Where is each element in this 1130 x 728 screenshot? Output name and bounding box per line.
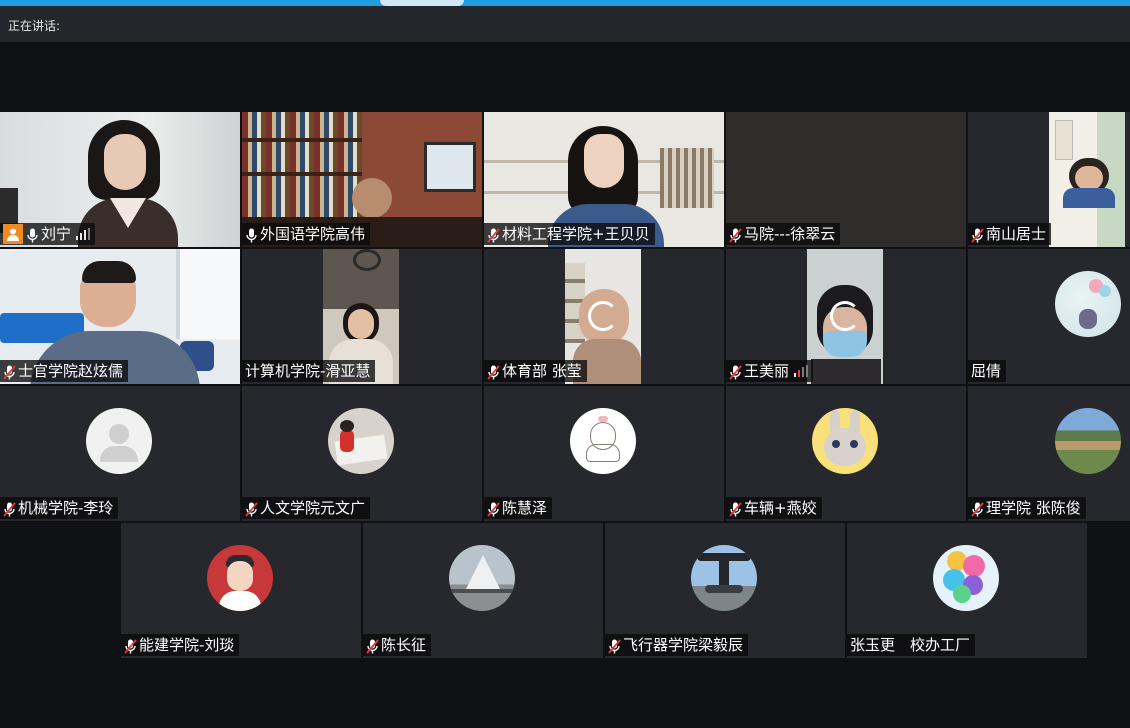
participant-name-tag: 理学院 张陈俊 xyxy=(968,497,1086,519)
participant-name: 张玉更 校办工厂 xyxy=(850,636,971,654)
mic-muted-icon xyxy=(245,501,258,517)
mic-muted-icon xyxy=(3,364,16,380)
mic-muted-icon xyxy=(487,501,500,517)
participant-name: 体育部 张莹 xyxy=(502,362,582,380)
participant-name-tag: 飞行器学院梁毅辰 xyxy=(605,634,749,656)
participant-tile[interactable]: 陈慧泽 xyxy=(484,386,724,521)
participant-name-tag: 人文学院元文广 xyxy=(242,497,371,519)
mic-on-icon xyxy=(26,227,39,242)
participant-name: 刘宁 xyxy=(41,225,72,243)
mic-muted-icon xyxy=(971,501,984,517)
participant-name: 士官学院赵炫儒 xyxy=(18,362,124,380)
participant-tile[interactable]: 马院---徐翠云 xyxy=(726,112,966,247)
participant-name: 理学院 张陈俊 xyxy=(986,499,1081,517)
participant-avatar xyxy=(207,545,273,611)
participant-name-tag: 马院---徐翠云 xyxy=(726,223,841,245)
participant-avatar xyxy=(691,545,757,611)
participant-tile[interactable]: 王美丽 xyxy=(726,249,966,384)
participant-name: 屈倩 xyxy=(971,362,1002,380)
participant-tile[interactable]: 屈倩 xyxy=(968,249,1130,384)
mic-muted-icon xyxy=(487,227,500,243)
participant-name-tag: 体育部 张莹 xyxy=(484,360,587,382)
participant-name: 材料工程学院+王贝贝 xyxy=(502,225,650,243)
mic-muted-icon xyxy=(729,364,742,380)
participant-name-tag: 陈慧泽 xyxy=(484,497,553,519)
mic-muted-icon xyxy=(729,501,742,517)
participant-tile[interactable]: 车辆+燕姣 xyxy=(726,386,966,521)
participant-name-tag: 南山居士 xyxy=(968,223,1052,245)
participant-name-tag: 陈长征 xyxy=(363,634,432,656)
participant-name: 车辆+燕姣 xyxy=(744,499,817,517)
mic-muted-icon xyxy=(729,227,742,243)
participant-tile[interactable]: 张玉更 校办工厂 xyxy=(847,523,1087,658)
loading-spinner-icon xyxy=(830,301,860,331)
mic-muted-icon xyxy=(3,501,16,517)
host-icon xyxy=(3,224,23,244)
participant-avatar xyxy=(1055,408,1121,474)
participant-tile[interactable]: 飞行器学院梁毅辰 xyxy=(605,523,845,658)
participant-name: 人文学院元文广 xyxy=(260,499,366,517)
participant-name-tag: 机械学院-李玲 xyxy=(0,497,119,519)
participant-tile[interactable]: 南山居士 xyxy=(968,112,1130,247)
mic-on-icon xyxy=(245,227,258,242)
participant-tile[interactable]: 计算机学院-滑亚慧 xyxy=(242,249,482,384)
meeting-window: 正在讲话: 刘宁 外国语学院高伟 材料工程学院+王贝贝 马院---徐翠云 南山居… xyxy=(0,0,1130,728)
participant-avatar xyxy=(570,408,636,474)
participant-name: 计算机学院-滑亚慧 xyxy=(245,362,371,380)
participant-avatar xyxy=(1055,271,1121,337)
participant-name: 陈慧泽 xyxy=(502,499,548,517)
video-grid: 刘宁 外国语学院高伟 材料工程学院+王贝贝 马院---徐翠云 南山居士 士官学院… xyxy=(0,112,1130,660)
participant-tile[interactable]: 体育部 张莹 xyxy=(484,249,724,384)
participant-name: 外国语学院高伟 xyxy=(260,225,366,243)
participant-tile[interactable]: 人文学院元文广 xyxy=(242,386,482,521)
participant-name: 能建学院-刘琰 xyxy=(139,636,235,654)
participant-tile[interactable]: 材料工程学院+王贝贝 xyxy=(484,112,724,247)
participant-avatar xyxy=(933,545,999,611)
participant-name: 机械学院-李玲 xyxy=(18,499,114,517)
mic-muted-icon xyxy=(124,638,137,654)
active-speaker-bar: 正在讲话: xyxy=(0,6,1130,42)
participant-tile[interactable]: 士官学院赵炫儒 xyxy=(0,249,240,384)
participant-name-tag: 能建学院-刘琰 xyxy=(121,634,240,656)
participant-tile[interactable]: 陈长征 xyxy=(363,523,603,658)
participant-name: 陈长征 xyxy=(381,636,427,654)
participant-name-tag: 王美丽 xyxy=(726,360,814,382)
participant-name-tag: 外国语学院高伟 xyxy=(242,223,371,245)
participant-name: 飞行器学院梁毅辰 xyxy=(623,636,744,654)
participant-name: 马院---徐翠云 xyxy=(744,225,836,243)
participant-name-tag: 士官学院赵炫儒 xyxy=(0,360,129,382)
mic-muted-icon xyxy=(487,364,500,380)
active-speaker-label: 正在讲话: xyxy=(8,19,61,33)
video-feed xyxy=(1049,112,1125,247)
signal-strength-icon xyxy=(76,228,91,240)
participant-tile[interactable]: 刘宁 xyxy=(0,112,240,247)
participant-tile[interactable]: 外国语学院高伟 xyxy=(242,112,482,247)
mic-muted-icon xyxy=(366,638,379,654)
mic-muted-icon xyxy=(608,638,621,654)
participant-name-tag: 车辆+燕姣 xyxy=(726,497,822,519)
participant-name: 南山居士 xyxy=(986,225,1047,243)
participant-name-tag: 屈倩 xyxy=(968,360,1007,382)
participant-name-tag: 材料工程学院+王贝贝 xyxy=(484,223,655,245)
participant-avatar xyxy=(449,545,515,611)
default-avatar-icon xyxy=(86,408,152,474)
participant-name-tag: 张玉更 校办工厂 xyxy=(847,634,976,656)
participant-name: 王美丽 xyxy=(744,362,790,380)
participant-tile[interactable]: 机械学院-李玲 xyxy=(0,386,240,521)
mic-muted-icon xyxy=(971,227,984,243)
participant-avatar xyxy=(812,408,878,474)
participant-name-tag: 刘宁 xyxy=(0,223,96,245)
participant-avatar xyxy=(328,408,394,474)
loading-spinner-icon xyxy=(588,301,618,331)
signal-strength-icon xyxy=(794,365,809,377)
participant-tile[interactable]: 理学院 张陈俊 xyxy=(968,386,1130,521)
participant-tile[interactable]: 能建学院-刘琰 xyxy=(121,523,361,658)
participant-name-tag: 计算机学院-滑亚慧 xyxy=(242,360,376,382)
